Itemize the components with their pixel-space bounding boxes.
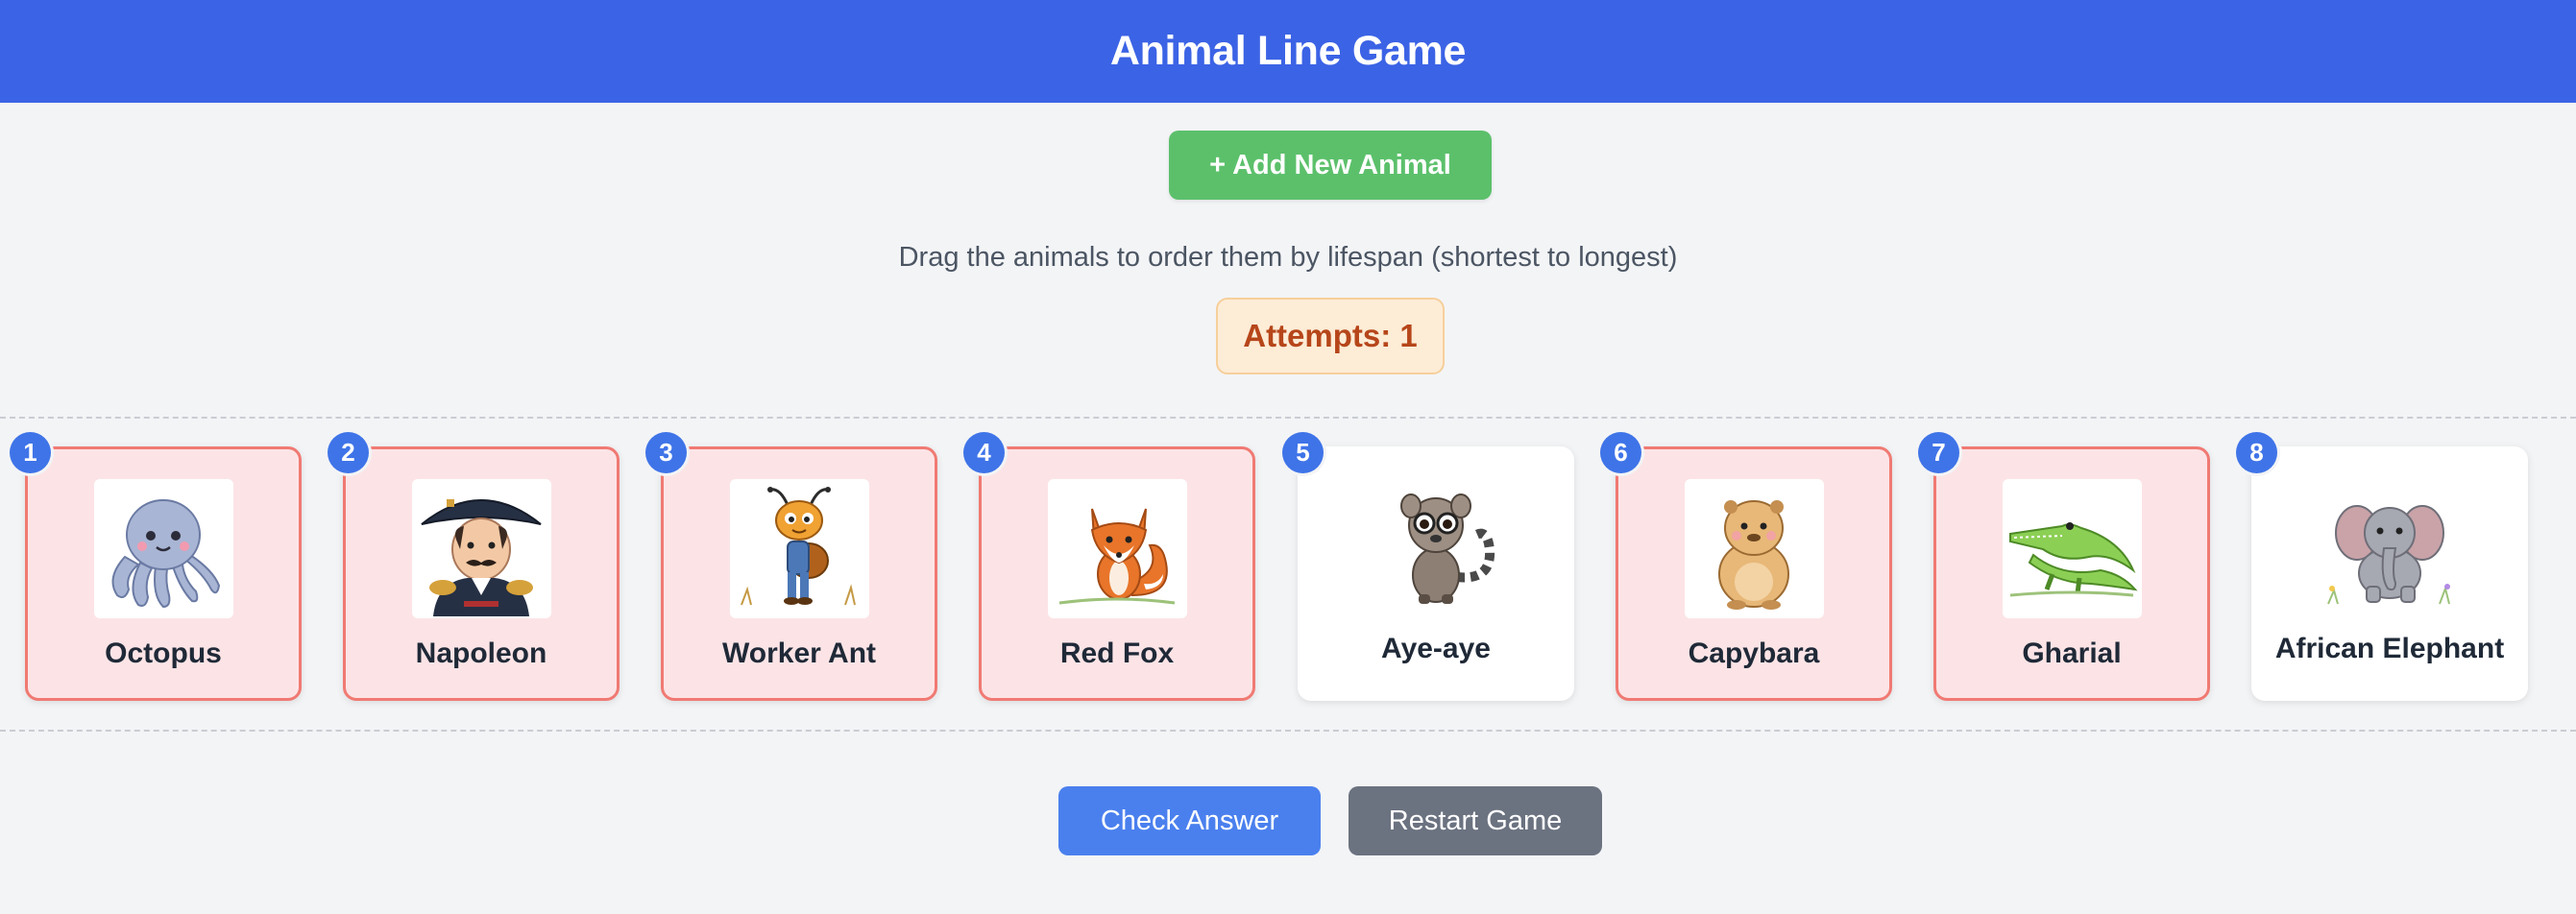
animal-card[interactable]: Aye-aye (1298, 446, 1574, 701)
capybara-icon (1684, 479, 1824, 618)
instructions-text: Drag the animals to order them by lifesp… (898, 242, 1678, 273)
octopus-icon (93, 479, 233, 618)
animal-name: Octopus (105, 637, 222, 669)
animal-card[interactable]: African Elephant (2251, 446, 2528, 701)
animal-card[interactable]: Red Fox (979, 446, 1255, 701)
position-badge: 3 (645, 432, 687, 473)
animal-name: Gharial (2022, 637, 2122, 669)
animal-name: Red Fox (1059, 637, 1175, 669)
animal-name: Capybara (1688, 637, 1820, 669)
animal-card[interactable]: Capybara (1616, 446, 1892, 701)
position-badge: 1 (10, 432, 51, 473)
animal-card[interactable]: Worker Ant (661, 446, 937, 701)
animal-name: Worker Ant (721, 637, 877, 669)
aye-aye-icon (1366, 478, 1506, 617)
elephant-icon (2320, 478, 2460, 617)
napoleon-icon (411, 479, 551, 618)
animal-name: African Elephant (2274, 633, 2505, 664)
add-animal-button[interactable]: + Add New Animal (1169, 131, 1492, 200)
page-title: Animal Line Game (1109, 28, 1467, 74)
fox-icon (1047, 479, 1187, 618)
check-answer-button[interactable]: Check Answer (1058, 786, 1321, 855)
ant-icon (729, 479, 869, 618)
gharial-icon (2002, 479, 2142, 618)
position-badge: 2 (328, 432, 369, 473)
position-badge: 4 (963, 432, 1005, 473)
animal-name: Aye-aye (1381, 633, 1491, 664)
position-badge: 7 (1918, 432, 1959, 473)
position-badge: 5 (1282, 432, 1324, 473)
position-badge: 6 (1600, 432, 1641, 473)
header-bar: Animal Line Game (0, 0, 2576, 103)
attempts-badge: Attempts: 1 (1216, 298, 1445, 374)
position-badge: 8 (2236, 432, 2277, 473)
animal-card[interactable]: Octopus (25, 446, 302, 701)
animal-name: Napoleon (415, 637, 547, 669)
restart-game-button[interactable]: Restart Game (1349, 786, 1602, 855)
animal-card[interactable]: Napoleon (343, 446, 620, 701)
animal-card[interactable]: Gharial (1933, 446, 2210, 701)
